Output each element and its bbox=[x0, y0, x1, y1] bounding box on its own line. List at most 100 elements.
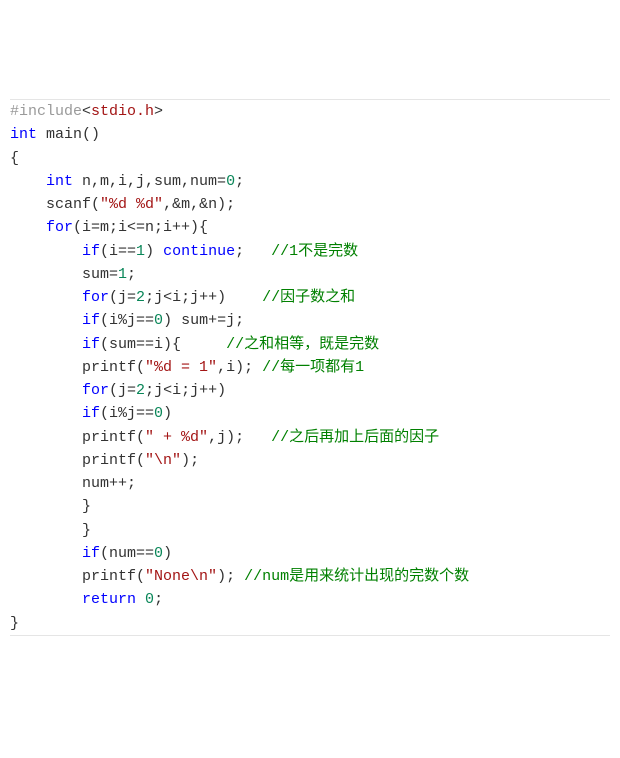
code-line: return 0; bbox=[10, 588, 610, 611]
token-pun: ;j<i;j++) bbox=[145, 289, 262, 306]
token-pun: (j= bbox=[109, 289, 136, 306]
token-cmt: //之后再加上后面的因子 bbox=[271, 429, 439, 446]
token-pun: ( bbox=[136, 568, 145, 585]
token-str: "None\n" bbox=[145, 568, 217, 585]
token-pun: ( bbox=[136, 429, 145, 446]
code-line: int main() bbox=[10, 123, 610, 146]
code-line: if(num==0) bbox=[10, 542, 610, 565]
token-num: 0 bbox=[154, 545, 163, 562]
token-num: 0 bbox=[226, 173, 235, 190]
token-pun: (i== bbox=[100, 243, 136, 260]
token-pun: ( bbox=[136, 452, 145, 469]
token-fn: printf bbox=[82, 429, 136, 446]
code-line: if(i%j==0) bbox=[10, 402, 610, 425]
token-fn: printf bbox=[82, 359, 136, 376]
code-line: #include<stdio.h> bbox=[10, 100, 610, 123]
token-num: 1 bbox=[118, 266, 127, 283]
token-kw: continue bbox=[163, 243, 235, 260]
token-num: 2 bbox=[136, 289, 145, 306]
code-line: printf(" + %d",j); //之后再加上后面的因子 bbox=[10, 426, 610, 449]
code-block: #include<stdio.h>int main(){ int n,m,i,j… bbox=[10, 99, 610, 636]
token-str: "%d %d" bbox=[100, 196, 163, 213]
token-pun: ,&m,&n); bbox=[163, 196, 235, 213]
token-cmt: //1不是完数 bbox=[271, 243, 358, 260]
token-pun: ,j); bbox=[208, 429, 271, 446]
token-pun: num++; bbox=[82, 475, 136, 492]
token-pun: ;j<i;j++) bbox=[145, 382, 226, 399]
token-cmt: //每一项都有1 bbox=[262, 359, 364, 376]
token-pun: { bbox=[10, 150, 19, 167]
token-kw: for bbox=[82, 382, 109, 399]
token-pun: ; bbox=[127, 266, 136, 283]
token-num: 0 bbox=[154, 312, 163, 329]
token-pun: (num== bbox=[100, 545, 154, 562]
token-pun: ); bbox=[217, 568, 244, 585]
token-kw: if bbox=[82, 243, 100, 260]
token-pun: (i=m;i<=n;i++){ bbox=[73, 219, 208, 236]
token-num: 2 bbox=[136, 382, 145, 399]
token-pun: ; bbox=[235, 243, 271, 260]
token-pun: } bbox=[10, 615, 19, 632]
code-line: int n,m,i,j,sum,num=0; bbox=[10, 170, 610, 193]
token-str: "\n" bbox=[145, 452, 181, 469]
token-str: " + %d" bbox=[145, 429, 208, 446]
token-pp: #include bbox=[10, 103, 82, 120]
token-pun: (j= bbox=[109, 382, 136, 399]
code-line: for(i=m;i<=n;i++){ bbox=[10, 216, 610, 239]
token-kw: return bbox=[82, 591, 136, 608]
token-kw: for bbox=[82, 289, 109, 306]
code-line: { bbox=[10, 147, 610, 170]
token-fn: printf bbox=[82, 568, 136, 585]
code-line: printf("%d = 1",i); //每一项都有1 bbox=[10, 356, 610, 379]
code-line: for(j=2;j<i;j++) bbox=[10, 379, 610, 402]
token-kw: if bbox=[82, 312, 100, 329]
token-num: 0 bbox=[145, 591, 154, 608]
code-line: if(i==1) continue; //1不是完数 bbox=[10, 240, 610, 263]
token-cmt: //num是用来统计出现的完数个数 bbox=[244, 568, 469, 585]
token-num: 1 bbox=[136, 243, 145, 260]
token-pun bbox=[136, 591, 145, 608]
token-pun: main() bbox=[37, 126, 100, 143]
token-pun: ) bbox=[163, 545, 172, 562]
token-kw: if bbox=[82, 336, 100, 353]
token-typ: int bbox=[10, 126, 37, 143]
token-pun: (sum==i){ bbox=[100, 336, 226, 353]
token-pun: ( bbox=[91, 196, 100, 213]
token-pun: ; bbox=[154, 591, 163, 608]
code-line: } bbox=[10, 519, 610, 542]
token-pun: ); bbox=[181, 452, 199, 469]
token-pun: } bbox=[82, 498, 91, 515]
code-line: sum=1; bbox=[10, 263, 610, 286]
code-line: scanf("%d %d",&m,&n); bbox=[10, 193, 610, 216]
token-pun: > bbox=[154, 103, 163, 120]
token-fn: scanf bbox=[46, 196, 91, 213]
token-pun: ; bbox=[235, 173, 244, 190]
token-typ: int bbox=[46, 173, 73, 190]
code-line: if(sum==i){ //之和相等，既是完数 bbox=[10, 333, 610, 356]
token-cmt: //之和相等，既是完数 bbox=[226, 336, 379, 353]
code-line: } bbox=[10, 495, 610, 518]
token-pun: ) bbox=[163, 405, 172, 422]
token-kw: if bbox=[82, 405, 100, 422]
code-line: } bbox=[10, 612, 610, 635]
token-pun: < bbox=[82, 103, 91, 120]
token-pun: sum= bbox=[82, 266, 118, 283]
token-pun: (i%j== bbox=[100, 312, 154, 329]
code-line: for(j=2;j<i;j++) //因子数之和 bbox=[10, 286, 610, 309]
code-line: num++; bbox=[10, 472, 610, 495]
token-pun: ) sum+=j; bbox=[163, 312, 244, 329]
token-inc: stdio.h bbox=[91, 103, 154, 120]
token-kw: if bbox=[82, 545, 100, 562]
token-pun: ) bbox=[145, 243, 163, 260]
token-pun: n,m,i,j,sum,num= bbox=[73, 173, 226, 190]
token-kw: for bbox=[46, 219, 73, 236]
token-num: 0 bbox=[154, 405, 163, 422]
token-pun: (i%j== bbox=[100, 405, 154, 422]
token-pun: } bbox=[82, 522, 91, 539]
code-line: if(i%j==0) sum+=j; bbox=[10, 309, 610, 332]
token-pun: ,i); bbox=[217, 359, 262, 376]
token-cmt: //因子数之和 bbox=[262, 289, 355, 306]
code-line: printf("\n"); bbox=[10, 449, 610, 472]
code-line: printf("None\n"); //num是用来统计出现的完数个数 bbox=[10, 565, 610, 588]
token-fn: printf bbox=[82, 452, 136, 469]
